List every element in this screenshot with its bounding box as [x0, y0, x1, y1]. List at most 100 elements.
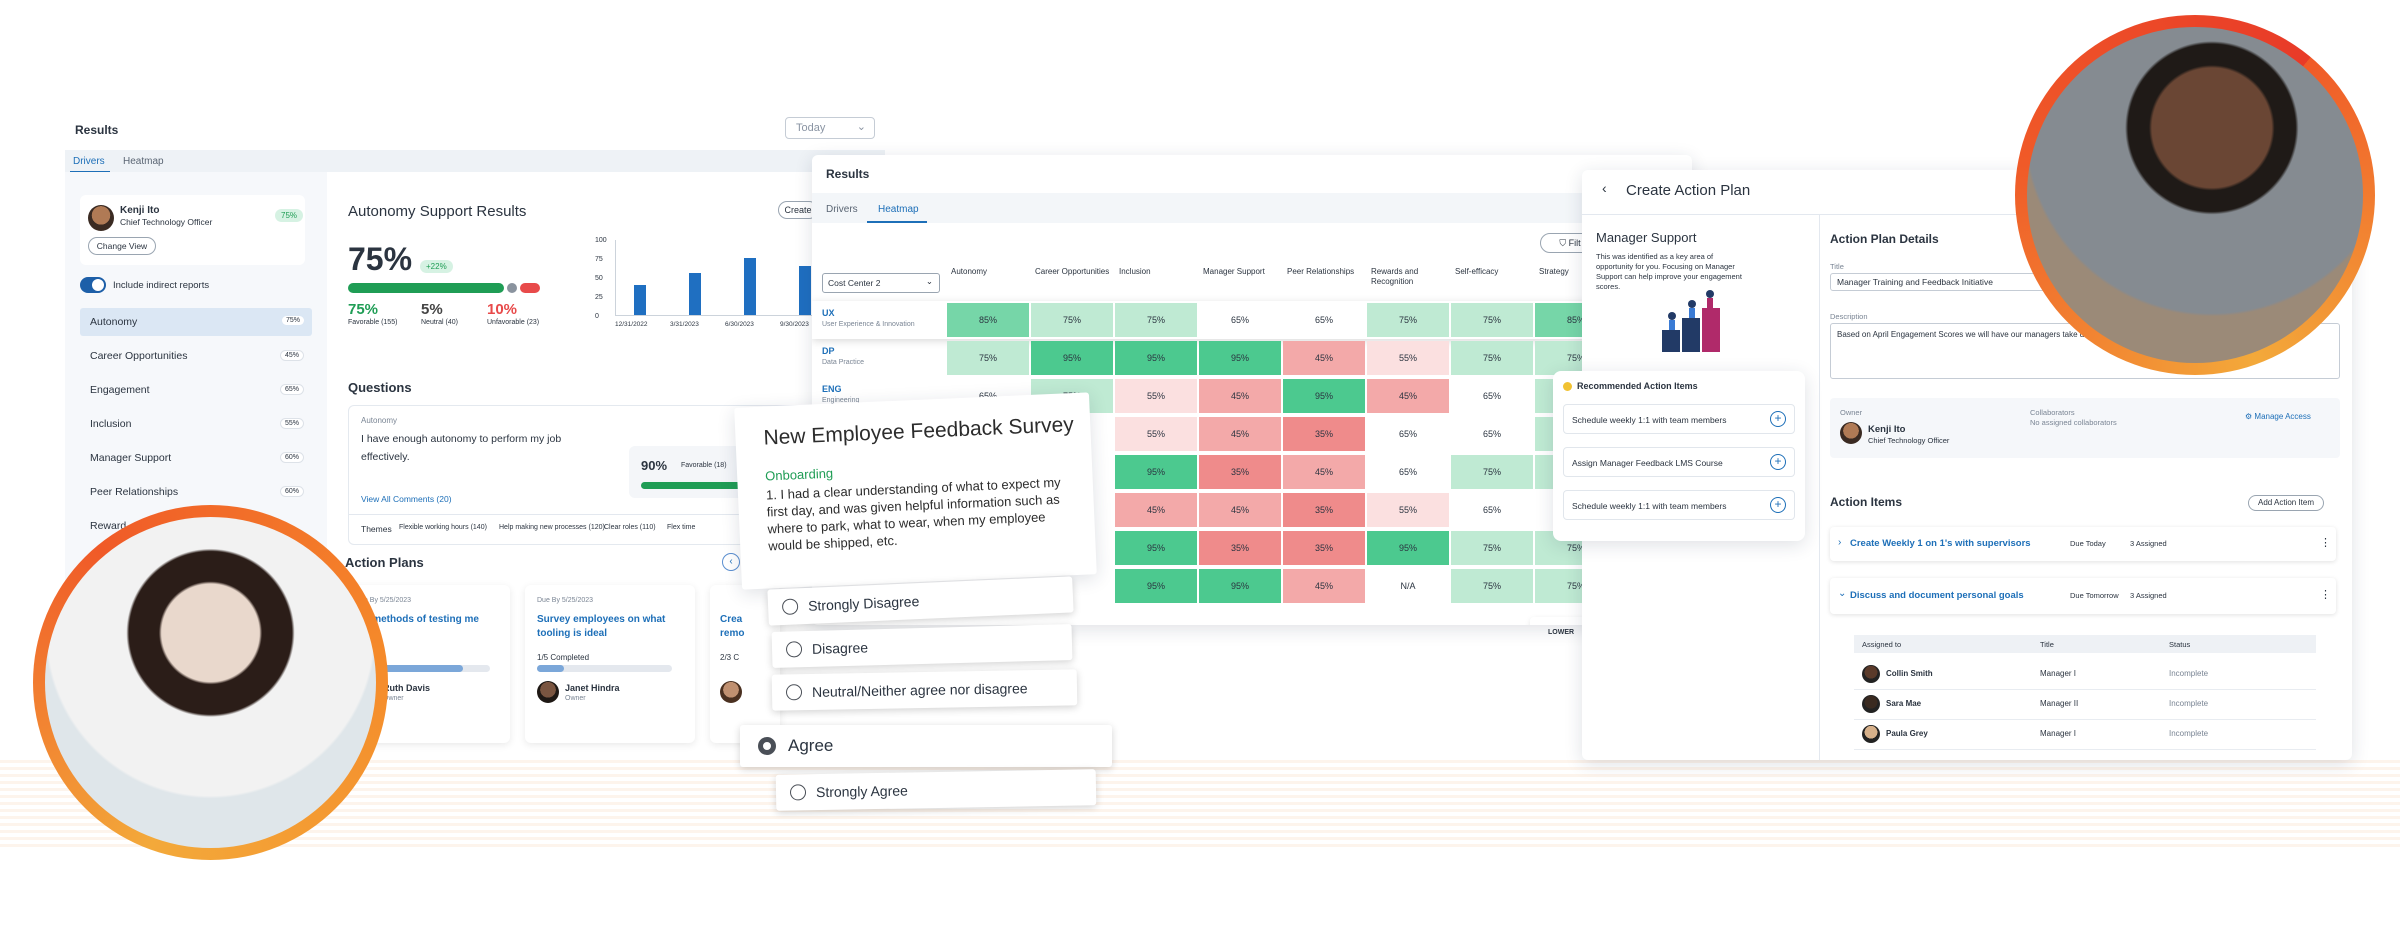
- heatmap-cell[interactable]: 75%: [1451, 531, 1533, 565]
- more-options-icon[interactable]: ⋮: [2320, 588, 2331, 601]
- heatmap-cell[interactable]: 75%: [1115, 303, 1197, 337]
- heatmap-cell[interactable]: 45%: [1283, 569, 1365, 603]
- heatmap-row-code[interactable]: DP: [822, 346, 835, 356]
- add-circle-icon[interactable]: +: [1770, 454, 1786, 470]
- heatmap-cell[interactable]: 45%: [1199, 493, 1281, 527]
- heatmap-cell[interactable]: 95%: [1199, 341, 1281, 375]
- survey-option-label: Disagree: [811, 639, 869, 657]
- manage-access-link[interactable]: ⚙ Manage Access: [2245, 412, 2311, 421]
- heatmap-cell[interactable]: 95%: [1115, 341, 1197, 375]
- view-all-comments-link[interactable]: View All Comments (20): [361, 494, 452, 504]
- heatmap-cell[interactable]: 35%: [1199, 455, 1281, 489]
- heatmap-cell[interactable]: 65%: [1451, 417, 1533, 451]
- action-item-row[interactable]: › Create Weekly 1 on 1's with supervisor…: [1830, 527, 2336, 561]
- add-action-item-button[interactable]: Add Action Item: [2248, 495, 2324, 511]
- action-item-row[interactable]: ⌄ Discuss and document personal goals Du…: [1830, 578, 2336, 614]
- theme-chip[interactable]: Flexible working hours (140): [399, 524, 487, 531]
- survey-option-selected[interactable]: Agree: [740, 725, 1112, 767]
- add-circle-icon[interactable]: +: [1770, 411, 1786, 427]
- heatmap-cell[interactable]: 75%: [1451, 341, 1533, 375]
- heatmap-cell[interactable]: 95%: [1031, 341, 1113, 375]
- heatmap-cell[interactable]: 65%: [1451, 379, 1533, 413]
- theme-chip[interactable]: Help making new processes (120): [499, 524, 605, 531]
- heatmap-cell[interactable]: 95%: [1115, 455, 1197, 489]
- heatmap-cell[interactable]: 55%: [1367, 493, 1449, 527]
- tab-drivers[interactable]: Drivers: [73, 156, 105, 167]
- details-title: Action Plan Details: [1830, 232, 1939, 246]
- driver-item[interactable]: Career Opportunities 45%: [80, 342, 312, 370]
- include-indirect-toggle[interactable]: [80, 277, 106, 293]
- heatmap-cell[interactable]: 95%: [1115, 531, 1197, 565]
- recommended-item[interactable]: Schedule weekly 1:1 with team members +: [1563, 404, 1795, 434]
- change-view-button[interactable]: Change View: [88, 237, 156, 255]
- survey-option-label: Strongly Disagree: [807, 593, 920, 614]
- heatmap-cell[interactable]: 55%: [1115, 417, 1197, 451]
- avatar: [537, 681, 559, 703]
- driver-item[interactable]: Engagement 65%: [80, 376, 312, 404]
- survey-option[interactable]: Strongly Agree: [775, 769, 1097, 811]
- back-icon[interactable]: ‹: [1602, 180, 1607, 196]
- heatmap-cell[interactable]: 35%: [1283, 417, 1365, 451]
- heatmap-cell[interactable]: N/A: [1367, 569, 1449, 603]
- heatmap-cell[interactable]: 65%: [1367, 455, 1449, 489]
- heatmap-cell[interactable]: 75%: [1451, 303, 1533, 337]
- heatmap-cell[interactable]: 35%: [1283, 531, 1365, 565]
- heatmap-cell[interactable]: 45%: [1199, 417, 1281, 451]
- theme-chip[interactable]: Flex time: [667, 524, 695, 531]
- heatmap-tabbar: [812, 193, 1692, 223]
- heatmap-cell[interactable]: 55%: [1367, 341, 1449, 375]
- heatmap-cell[interactable]: 55%: [1115, 379, 1197, 413]
- heatmap-cell[interactable]: 45%: [1115, 493, 1197, 527]
- driver-score: 65%: [279, 384, 304, 395]
- heatmap-cell[interactable]: 35%: [1199, 531, 1281, 565]
- heatmap-row-code[interactable]: UX: [822, 308, 835, 318]
- survey-option[interactable]: Neutral/Neither agree nor disagree: [771, 669, 1078, 711]
- heatmap-cell[interactable]: 75%: [947, 341, 1029, 375]
- date-select[interactable]: Today ⌄: [785, 117, 875, 139]
- heatmap-cell[interactable]: 65%: [1283, 303, 1365, 337]
- add-circle-icon[interactable]: +: [1770, 497, 1786, 513]
- cost-center-select[interactable]: Cost Center 2 ⌄: [822, 273, 940, 293]
- people-podium-illustration: [1650, 290, 1730, 352]
- survey-option[interactable]: Disagree: [771, 624, 1073, 668]
- survey-card: New Employee Feedback Survey Onboarding …: [734, 392, 1097, 590]
- driver-item[interactable]: Manager Support 60%: [80, 444, 312, 472]
- heatmap-cell[interactable]: 95%: [1199, 569, 1281, 603]
- heatmap-row-name: Data Practice: [822, 359, 865, 366]
- driver-item[interactable]: Autonomy 75%: [80, 308, 312, 336]
- chart-ytick: 50: [595, 275, 603, 282]
- heatmap-cell[interactable]: 45%: [1283, 341, 1365, 375]
- heatmap-cell[interactable]: 65%: [1367, 417, 1449, 451]
- driver-item[interactable]: Inclusion 55%: [80, 410, 312, 438]
- carousel-prev-button[interactable]: ‹: [722, 553, 740, 571]
- heatmap-cell[interactable]: 75%: [1451, 569, 1533, 603]
- theme-chip[interactable]: Clear roles (110): [604, 524, 656, 531]
- driver-score: 55%: [279, 418, 304, 429]
- driver-item[interactable]: Peer Relationships 60%: [80, 478, 312, 506]
- heatmap-cell[interactable]: 75%: [1031, 303, 1113, 337]
- recommended-item[interactable]: Schedule weekly 1:1 with team members +: [1563, 490, 1795, 520]
- heatmap-cell[interactable]: 45%: [1283, 455, 1365, 489]
- more-options-icon[interactable]: ⋮: [2320, 536, 2331, 549]
- recommended-item[interactable]: Assign Manager Feedback LMS Course +: [1563, 447, 1795, 477]
- heatmap-cell[interactable]: 75%: [1367, 303, 1449, 337]
- heatmap-cell[interactable]: 45%: [1367, 379, 1449, 413]
- heatmap-cell[interactable]: 65%: [1199, 303, 1281, 337]
- chevron-down-icon: ⌄: [856, 121, 866, 133]
- tab-heatmap[interactable]: Heatmap: [878, 204, 919, 215]
- heatmap-cell[interactable]: 75%: [1451, 455, 1533, 489]
- person-role: Chief Technology Officer: [120, 217, 213, 227]
- heatmap-cell[interactable]: 35%: [1283, 493, 1365, 527]
- heatmap-cell[interactable]: 45%: [1199, 379, 1281, 413]
- table-cell-title: Manager I: [2040, 669, 2077, 678]
- heatmap-row-code[interactable]: ENG: [822, 384, 842, 394]
- heatmap-cell[interactable]: 85%: [947, 303, 1029, 337]
- tab-heatmap[interactable]: Heatmap: [123, 156, 164, 167]
- table-header[interactable]: Assigned to: [1862, 640, 1901, 649]
- heatmap-cell[interactable]: 95%: [1367, 531, 1449, 565]
- action-plan-card[interactable]: Due By 5/25/2023 Survey employees on wha…: [525, 585, 695, 743]
- tab-drivers[interactable]: Drivers: [826, 204, 858, 215]
- heatmap-cell[interactable]: 65%: [1451, 493, 1533, 527]
- heatmap-cell[interactable]: 95%: [1283, 379, 1365, 413]
- heatmap-cell[interactable]: 95%: [1115, 569, 1197, 603]
